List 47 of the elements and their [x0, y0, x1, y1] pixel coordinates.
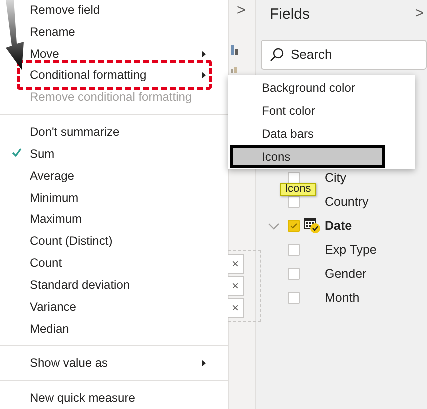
remove-button[interactable]: × [228, 298, 244, 318]
checkbox[interactable] [288, 172, 300, 184]
checkbox[interactable] [288, 196, 300, 208]
menu-item[interactable]: Show value as [30, 354, 108, 372]
menu-item[interactable]: Count [30, 254, 62, 272]
tooltip: Icons [280, 183, 316, 196]
remove-button[interactable]: × [228, 276, 244, 296]
menu-item[interactable]: Variance [30, 298, 76, 316]
submenu-arrow-icon [202, 50, 206, 58]
field-name[interactable]: Month [325, 288, 360, 308]
submenu-item[interactable]: Icons [230, 145, 385, 168]
calendar-icon [304, 217, 321, 234]
expand-button[interactable]: > [415, 6, 424, 21]
submenu-item[interactable]: Font color [230, 99, 385, 122]
submenu-arrow-icon [202, 360, 206, 368]
search-field[interactable]: Search [261, 40, 427, 70]
menu-item[interactable]: Standard deviation [30, 276, 130, 294]
menu-item[interactable]: New quick measure [30, 389, 136, 408]
pane-title: Fields [270, 5, 310, 25]
field-name[interactable]: Exp Type [325, 240, 377, 260]
checkbox[interactable] [288, 220, 300, 232]
menu-item[interactable]: Don't summarize [30, 123, 120, 142]
menu-item[interactable]: Maximum [30, 210, 82, 228]
menu-item[interactable]: Conditional formatting [30, 66, 147, 84]
menu-item[interactable]: Median [30, 320, 70, 338]
menu-item[interactable]: Sum [30, 144, 55, 163]
chart-icon [231, 67, 238, 73]
chart-icon [231, 45, 238, 55]
field-name[interactable]: Country [325, 192, 369, 212]
menu-item[interactable]: Minimum [30, 188, 79, 207]
menu-item[interactable]: Move [30, 44, 60, 63]
checkbox[interactable] [288, 244, 300, 256]
field-name[interactable]: Gender [325, 264, 367, 284]
checkbox[interactable] [288, 268, 300, 280]
submenu-arrow-icon [202, 72, 206, 80]
menu-item[interactable]: Remove field [30, 0, 100, 19]
field-name[interactable]: Date [325, 216, 352, 236]
menu-item[interactable]: Average [30, 166, 74, 185]
expand-button[interactable]: > [237, 3, 246, 18]
menu-item[interactable]: Rename [30, 22, 76, 41]
check-icon [290, 223, 298, 229]
menu-item[interactable]: Count (Distinct) [30, 232, 113, 250]
remove-button[interactable]: × [228, 254, 244, 274]
submenu-item[interactable]: Background color [230, 76, 385, 99]
field-name[interactable]: City [325, 168, 347, 188]
submenu-item[interactable]: Data bars [230, 122, 385, 145]
checkbox[interactable] [288, 292, 300, 304]
